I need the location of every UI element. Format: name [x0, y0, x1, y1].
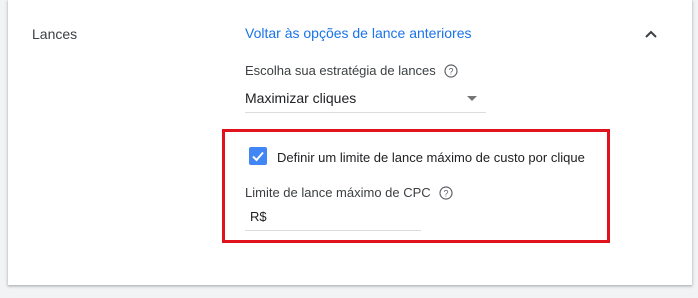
bid-strategy-selected-value: Maximizar cliques [245, 90, 357, 106]
back-to-previous-bid-options-link[interactable]: Voltar às opções de lance anteriores [245, 25, 471, 41]
max-cpc-input[interactable]: R$ [245, 204, 421, 231]
max-cpc-label-row: Limite de lance máximo de CPC ? [245, 185, 453, 200]
dropdown-arrow-icon [467, 96, 477, 101]
bid-strategy-select[interactable]: Maximizar cliques [245, 84, 486, 113]
section-title: Lances [32, 26, 78, 42]
max-cpc-limit-checkbox[interactable] [249, 147, 267, 165]
chevron-up-icon[interactable] [641, 24, 661, 44]
currency-prefix: R$ [250, 209, 267, 224]
svg-text:?: ? [443, 188, 448, 198]
bidding-panel: Lances Voltar às opções de lance anterio… [8, 0, 692, 285]
max-cpc-limit-checkbox-label[interactable]: Definir um limite de lance máximo de cus… [277, 150, 585, 165]
svg-text:?: ? [448, 66, 453, 76]
help-icon[interactable]: ? [444, 63, 458, 78]
strategy-label: Escolha sua estratégia de lances [245, 63, 436, 78]
checkmark-icon [252, 151, 264, 162]
help-icon[interactable]: ? [439, 185, 453, 200]
max-cpc-label: Limite de lance máximo de CPC [245, 185, 431, 200]
strategy-label-row: Escolha sua estratégia de lances ? [245, 63, 458, 78]
